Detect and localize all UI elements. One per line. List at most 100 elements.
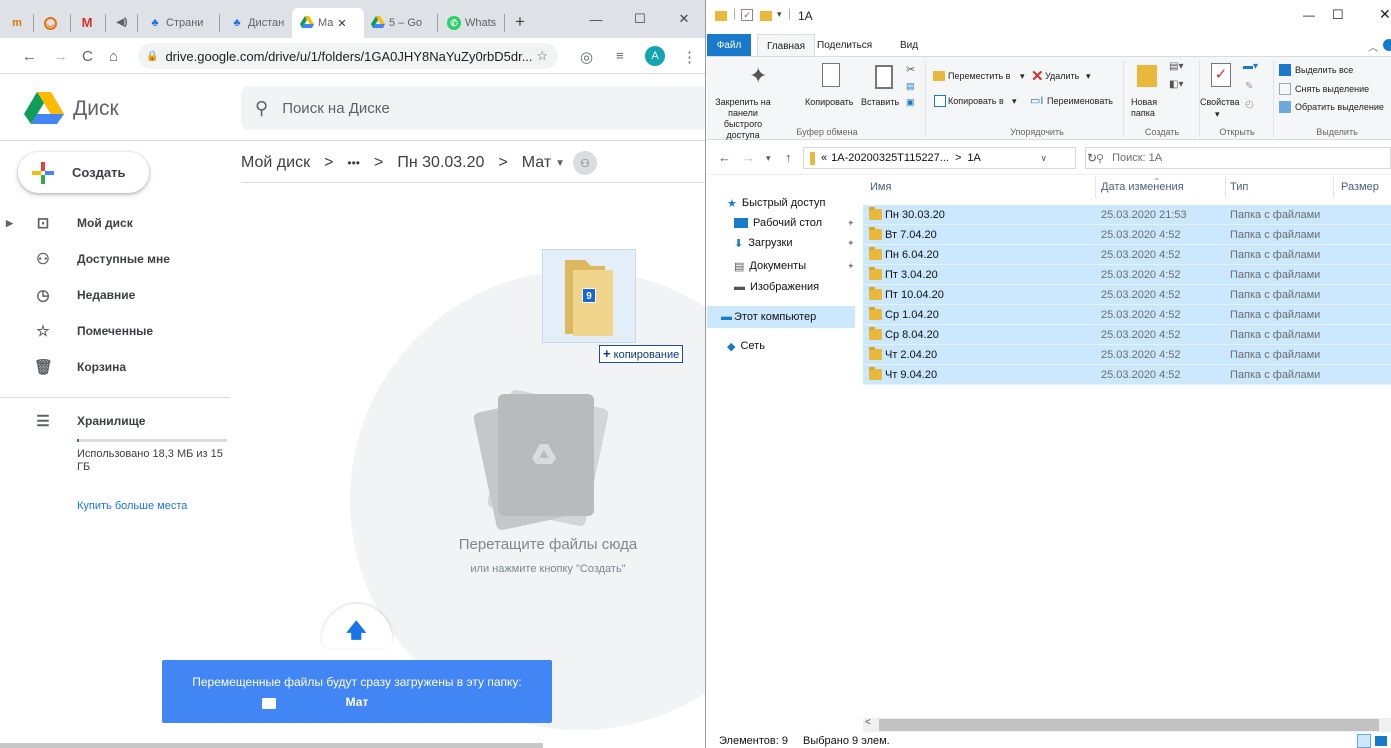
explorer-path-field[interactable]: « 1А-20200325T115227... > 1А ∨ ↻ [803, 147, 1097, 169]
bookmark-star-icon[interactable]: ☆ [536, 48, 548, 64]
tab-mailru[interactable]: ◡ [40, 8, 66, 38]
nav-desktop[interactable]: Рабочий стол ✦ [734, 213, 855, 233]
nav-recent[interactable]: ◷ Недавние [0, 278, 230, 312]
home-icon[interactable]: ⌂ [109, 48, 118, 65]
tab-whatsapp[interactable]: ✆ Whats [443, 8, 503, 38]
extension-globe-icon[interactable]: ◎ [580, 48, 593, 66]
nav-quick-access[interactable]: ★ Быстрый доступ [727, 193, 825, 213]
forward-icon[interactable]: → [742, 150, 755, 165]
close-window-icon[interactable]: ✕ [1379, 6, 1391, 23]
file-row[interactable]: Вт 7.04.20 25.03.2020 4:52 Папка с файлами [863, 225, 1391, 245]
file-row[interactable]: Пн 30.03.20 25.03.2020 21:53 Папка с файла… [863, 205, 1391, 225]
column-type[interactable]: Тип [1230, 181, 1248, 193]
breadcrumb-ellipsis[interactable]: ••• [347, 156, 360, 170]
up-icon[interactable]: ↑ [785, 150, 792, 165]
breadcrumb-root[interactable]: Мой диск [241, 154, 310, 172]
tab-drive-active[interactable]: Ма ✕ [292, 8, 364, 38]
tab-drive-2[interactable]: 5 – Go [367, 8, 435, 38]
tab-tm[interactable]: m [6, 8, 32, 38]
create-button[interactable]: Создать [18, 152, 149, 193]
copy-path-icon[interactable]: ▤ [906, 81, 915, 92]
tab-home[interactable]: Главная [757, 34, 815, 57]
properties-qa-icon[interactable]: ✓ [741, 9, 753, 21]
invert-selection-button[interactable]: Обратить выделение [1295, 102, 1384, 113]
nav-my-drive[interactable]: ▶ ⊡ Мой диск [0, 206, 230, 240]
explorer-search-input[interactable]: ⚲ Поиск: 1А [1085, 147, 1391, 169]
breadcrumb-current[interactable]: Мат [522, 154, 551, 172]
tab-share[interactable]: Поделиться [817, 34, 872, 57]
path-current[interactable]: 1А [967, 152, 980, 164]
url-field[interactable]: 🔒 drive.google.com/drive/u/1/folders/1GA… [138, 43, 558, 69]
nav-trash[interactable]: 🗑 Корзина [0, 350, 230, 384]
file-row[interactable]: Ср 8.04.20 25.03.2020 4:52 Папка с файлами [863, 325, 1391, 345]
close-tab-icon[interactable]: ✕ [337, 17, 346, 30]
menu-kebab-icon[interactable]: ⋮ [682, 48, 697, 66]
paste-shortcut-icon[interactable]: ▣ [906, 97, 915, 108]
rename-button[interactable]: Переименовать [1047, 96, 1113, 107]
horizontal-scrollbar[interactable] [0, 743, 543, 748]
nav-shared[interactable]: ⚇ Доступные мне [0, 242, 230, 276]
back-icon[interactable]: ← [718, 150, 731, 165]
details-view-icon[interactable] [1357, 734, 1371, 748]
minimize-icon[interactable]: — [574, 0, 618, 38]
help-icon[interactable] [1383, 39, 1391, 51]
copy-to-button[interactable]: Копировать в [948, 96, 1004, 107]
media-queue-icon[interactable]: ≡ [616, 48, 624, 63]
tab-contacts-1[interactable]: ♣ Страни [144, 8, 212, 38]
delete-button[interactable]: Удалить [1045, 71, 1079, 82]
path-overflow[interactable]: « [821, 152, 827, 164]
drive-logo-icon[interactable] [24, 92, 64, 124]
copy-button[interactable]: Копировать [805, 97, 853, 108]
recent-locations-icon[interactable]: ▾ [766, 153, 771, 164]
back-icon[interactable]: ← [22, 48, 37, 65]
column-date[interactable]: Дата изменения [1101, 181, 1184, 193]
path-dropdown-icon[interactable]: ∨ [1040, 153, 1047, 164]
nav-network[interactable]: ◆ Сеть [727, 336, 765, 356]
new-folder-qa-icon[interactable] [760, 11, 772, 21]
cut-icon[interactable]: ✂ [906, 63, 915, 76]
properties-button[interactable]: Свойства [1200, 97, 1240, 108]
dropdown-arrow-icon[interactable]: ▾ [1020, 71, 1025, 82]
nav-documents[interactable]: ▤ Документы ✦ [734, 256, 855, 276]
nav-storage[interactable]: ☰ Хранилище [0, 404, 230, 438]
scroll-left-icon[interactable]: < [865, 717, 871, 728]
open-icon[interactable]: ▬▾ [1243, 61, 1258, 72]
scrollbar-thumb[interactable] [879, 719, 1379, 731]
chevron-down-icon[interactable]: ▼ [555, 158, 565, 169]
history-icon[interactable]: ◴ [1245, 99, 1254, 110]
close-window-icon[interactable]: ✕ [662, 0, 705, 38]
breadcrumb-folder[interactable]: Пн 30.03.20 [397, 154, 484, 172]
file-row[interactable]: Чт 2.04.20 25.03.2020 4:52 Папка с файлами [863, 345, 1391, 365]
maximize-icon[interactable]: ☐ [618, 0, 662, 38]
collapse-ribbon-icon[interactable]: ︿ [1368, 39, 1378, 54]
avatar[interactable]: A [645, 46, 665, 66]
forward-icon[interactable]: → [53, 48, 68, 65]
maximize-icon[interactable]: ☐ [1332, 7, 1344, 23]
new-item-icon[interactable]: ▤▾ [1169, 61, 1183, 72]
path-parent[interactable]: 1А-20200325T115227... [831, 152, 949, 164]
easy-access-icon[interactable]: ◧▾ [1169, 79, 1183, 90]
select-none-button[interactable]: Снять выделение [1295, 84, 1369, 95]
qa-dropdown-icon[interactable]: ▾ [777, 9, 782, 20]
column-size[interactable]: Размер [1341, 181, 1379, 193]
file-row[interactable]: Пт 10.04.20 25.03.2020 4:52 Папка с файлам… [863, 285, 1391, 305]
dropdown-arrow-icon[interactable]: ▾ [1086, 71, 1091, 82]
dropdown-arrow-icon[interactable]: ▾ [1012, 96, 1017, 107]
tiles-view-icon[interactable] [1375, 736, 1387, 746]
edit-icon[interactable]: ✎ [1245, 81, 1253, 92]
minimize-icon[interactable]: — [1303, 8, 1315, 22]
reload-icon[interactable]: C [82, 48, 93, 65]
tab-gmail[interactable]: M [76, 8, 102, 38]
drive-search-input[interactable]: ⚲ Поиск на Диске [241, 86, 705, 130]
tab-audio[interactable]: ◀) [111, 8, 135, 38]
nav-starred[interactable]: ☆ Помеченные [0, 314, 230, 348]
file-row[interactable]: Чт 9.04.20 25.03.2020 4:52 Папка с файлами [863, 365, 1391, 385]
file-row[interactable]: Пн 6.04.20 25.03.2020 4:52 Папка с файлами [863, 245, 1391, 265]
tab-view[interactable]: Вид [897, 34, 921, 57]
new-tab-icon[interactable]: + [515, 12, 525, 32]
file-row[interactable]: Ср 1.04.20 25.03.2020 4:52 Папка с файлами [863, 305, 1391, 325]
tab-file[interactable]: Файл [707, 34, 751, 57]
file-row[interactable]: Пт 3.04.20 25.03.2020 4:52 Папка с файлами [863, 265, 1391, 285]
column-name[interactable]: Имя [870, 181, 891, 193]
nav-downloads[interactable]: ⬇ Загрузки ✦ [734, 233, 855, 253]
